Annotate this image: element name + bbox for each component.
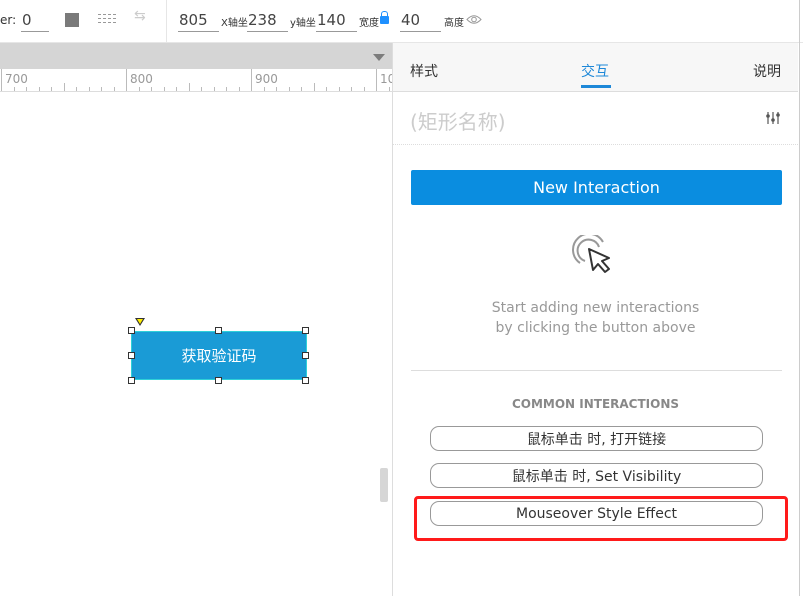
ruler-tick [13, 87, 15, 91]
border-input[interactable]: 0 [21, 9, 49, 32]
ruler-tick [163, 87, 165, 91]
ruler-tick [326, 87, 327, 91]
ruler-tick [126, 69, 127, 91]
ruler-label: 800 [130, 72, 153, 86]
ruler-tick [313, 83, 315, 91]
ruler-tick [388, 87, 390, 91]
resize-handle-s[interactable] [215, 377, 222, 384]
vertical-scrollbar-thumb[interactable] [380, 468, 388, 502]
active-tab-indicator [581, 85, 611, 88]
width-label: 宽度 [359, 18, 379, 29]
ruler-label: 900 [255, 72, 278, 86]
window-edge [799, 0, 800, 596]
ruler-tick [76, 87, 77, 91]
ruler-tick [176, 87, 177, 91]
resize-handle-e[interactable] [302, 352, 309, 359]
resize-handle-nw[interactable] [128, 327, 135, 334]
common-interaction-label: 鼠标单击 时, 打开链接 [526, 431, 667, 448]
ruler-tick [376, 69, 377, 91]
ruler-tick [301, 87, 302, 91]
ruler-tick [276, 87, 277, 91]
tab-style[interactable]: 样式 [410, 61, 438, 81]
resize-handle-ne[interactable] [302, 327, 309, 334]
ruler-tick [251, 69, 252, 91]
canvas-area[interactable]: 700 800 900 10 [0, 43, 395, 596]
ruler-tick [351, 87, 352, 91]
ruler-tick [338, 87, 340, 91]
ruler-tick [26, 87, 27, 91]
new-interaction-button[interactable]: New Interaction [411, 170, 782, 205]
widget-name-input[interactable]: (矩形名称) [410, 106, 506, 135]
horizontal-ruler: 700 800 900 10 [0, 69, 395, 92]
resize-handle-se[interactable] [302, 377, 309, 384]
resize-handle-n[interactable] [215, 327, 222, 334]
line-style-icon[interactable] [98, 14, 116, 26]
common-interactions-title: COMMON INTERACTIONS [511, 397, 680, 411]
x-input[interactable]: 238 [247, 9, 288, 32]
ruler-tick [213, 87, 215, 91]
resize-handle-w[interactable] [128, 352, 135, 359]
ruler-tick [288, 87, 290, 91]
ruler-tick [201, 87, 202, 91]
hint-line: Start adding new interactions [491, 300, 700, 316]
chevron-down-icon[interactable] [373, 54, 385, 61]
lock-icon[interactable] [380, 11, 389, 24]
ruler-tick [226, 87, 227, 91]
eye-icon[interactable] [466, 14, 482, 25]
captcha-button-widget[interactable]: 获取验证码 [131, 331, 307, 380]
ruler-tick [151, 87, 152, 91]
toolbar: er: 0 ⇆ 805 X轴坐 238 y轴坐 140 宽度 40 高度 [0, 0, 803, 43]
highlight-box [414, 496, 788, 541]
ruler-tick [101, 87, 102, 91]
ruler-tick [1, 69, 2, 91]
tab-notes[interactable]: 说明 [753, 61, 781, 81]
height-input[interactable]: 40 [400, 9, 441, 32]
hint-line: by clicking the button above [495, 320, 696, 336]
section-divider [411, 370, 782, 371]
fill-swatch-icon[interactable] [65, 13, 79, 27]
arrow-swap-icon[interactable]: ⇆ [134, 9, 146, 23]
common-interaction-set-visibility[interactable]: 鼠标单击 时, Set Visibility [430, 463, 763, 488]
height-label: 高度 [444, 18, 464, 29]
resize-handle-sw[interactable] [128, 377, 135, 384]
ruler-tick [238, 87, 240, 91]
ruler-tick [263, 87, 265, 91]
tab-interactions[interactable]: 交互 [581, 61, 609, 81]
ruler-label: 700 [5, 72, 28, 86]
y-input[interactable]: 140 [316, 9, 357, 32]
ruler-tick [51, 87, 52, 91]
ruler-tick [188, 83, 190, 91]
page-dropdown-bar[interactable] [0, 43, 392, 69]
ruler-tick [138, 87, 140, 91]
widget-label: 获取验证码 [181, 347, 257, 365]
border-label: er: [0, 13, 17, 27]
widget-name-row: (矩形名称) [393, 92, 798, 145]
ruler-tick [113, 87, 115, 91]
ruler-tick [88, 87, 90, 91]
toolbar-divider [166, 0, 167, 42]
inspector-tabs: 样式 交互 说明 [393, 43, 798, 92]
click-cursor-icon [572, 235, 610, 273]
width-input[interactable]: 805 [178, 9, 219, 32]
empty-state-hint: Start adding new interactions by clickin… [393, 298, 798, 338]
common-interaction-open-link[interactable]: 鼠标单击 时, 打开链接 [430, 426, 763, 451]
ruler-tick [363, 87, 365, 91]
ruler-tick [63, 83, 65, 91]
new-interaction-label: New Interaction [533, 178, 660, 197]
y-label: y轴坐 [290, 18, 316, 29]
sliders-icon[interactable] [765, 110, 781, 126]
interaction-marker-fill [136, 319, 143, 324]
ruler-tick [38, 87, 40, 91]
x-label: X轴坐 [221, 18, 248, 29]
common-interaction-label: 鼠标单击 时, Set Visibility [511, 468, 682, 485]
